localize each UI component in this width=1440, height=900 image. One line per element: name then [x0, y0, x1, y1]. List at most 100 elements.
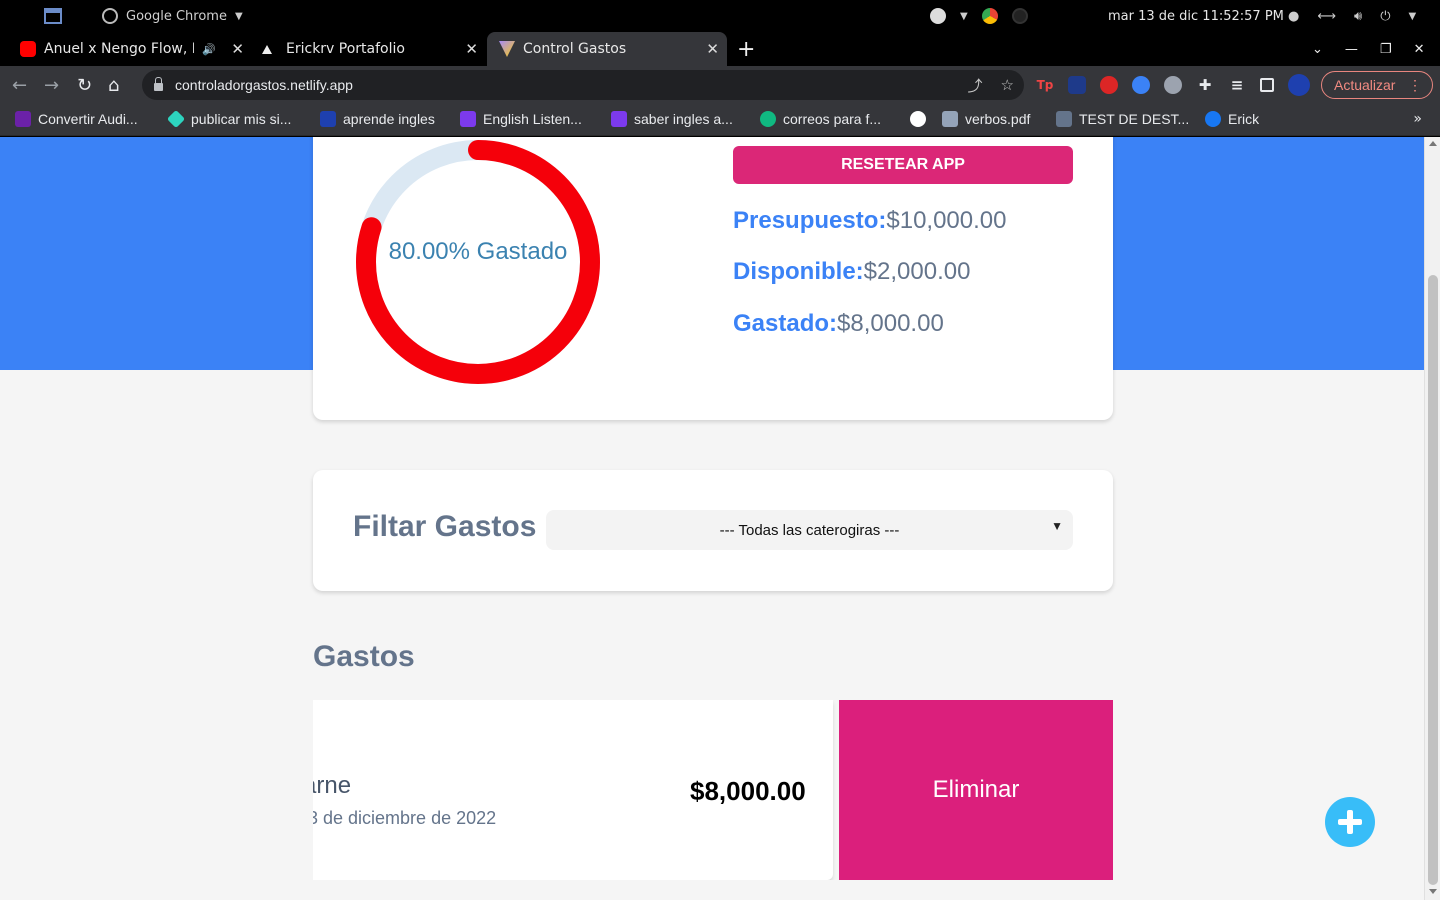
- bookmark-favicon-icon: [15, 111, 31, 127]
- stat-disponible: Disponible:$2,000.00: [733, 258, 970, 286]
- close-tab-icon[interactable]: ✕: [231, 32, 244, 66]
- expense-list: Eliminar arne .3 de diciembre de 2022 $8…: [313, 700, 1113, 880]
- tray-icons: ▼: [930, 0, 1028, 32]
- os-top-bar: Google Chrome ▼ ▼ mar 13 de dic 11:52:57…: [0, 0, 1440, 32]
- activities-icon[interactable]: [44, 0, 64, 32]
- app-menu[interactable]: Google Chrome ▼: [102, 0, 243, 32]
- expense-amount: $8,000.00: [690, 776, 806, 806]
- new-tab-button[interactable]: +: [737, 32, 755, 66]
- update-label: Actualizar: [1334, 77, 1396, 93]
- moon-tray-icon[interactable]: [1011, 8, 1028, 24]
- audio-playing-icon[interactable]: 🔊: [202, 43, 216, 56]
- extension-sync-icon[interactable]: [1132, 76, 1150, 94]
- category-filter-select[interactable]: --- Todas las caterogiras --- ▼: [546, 510, 1073, 550]
- tab-control-gastos[interactable]: Control Gastos ✕: [487, 32, 727, 66]
- tab-title: Erickrv Portafolio: [286, 41, 405, 57]
- minimize-icon[interactable]: —: [1345, 42, 1358, 57]
- bookmarks-overflow-icon[interactable]: »: [1413, 104, 1422, 134]
- expenses-title: Gastos: [313, 640, 415, 673]
- reload-icon[interactable]: ↻: [77, 66, 92, 104]
- bookmark-favicon-icon: [460, 111, 476, 127]
- extension-red-icon[interactable]: [1100, 76, 1118, 94]
- delete-expense-button[interactable]: Eliminar: [839, 700, 1113, 880]
- stat-value: $8,000.00: [837, 310, 944, 337]
- bookmark-label: aprende ingles: [343, 111, 435, 127]
- back-icon[interactable]: ←: [12, 66, 27, 104]
- system-menu[interactable]: ● ⟷ 🔊︎ ⏻ ▼: [1288, 0, 1416, 32]
- more-menu-icon[interactable]: ⋮: [1408, 76, 1422, 94]
- bookmark-favicon-icon: [320, 111, 336, 127]
- reset-app-button[interactable]: RESETEAR APP: [733, 146, 1073, 184]
- side-panel-icon[interactable]: [1260, 78, 1274, 92]
- extension-tp-icon[interactable]: Tp: [1036, 76, 1054, 94]
- address-bar[interactable]: controladorgastos.netlify.app ⤴ ☆: [142, 70, 1024, 100]
- bookmark-item[interactable]: English Listen...: [460, 104, 582, 134]
- app-name: Google Chrome: [126, 8, 227, 24]
- page-viewport: 80.00% Gastado RESETEAR APP Presupuesto:…: [0, 137, 1424, 900]
- bookmark-item[interactable]: [910, 104, 933, 134]
- bookmark-item[interactable]: correos para f...: [760, 104, 881, 134]
- stat-presupuesto: Presupuesto:$10,000.00: [733, 207, 1007, 235]
- add-expense-button[interactable]: [1325, 797, 1375, 847]
- home-icon[interactable]: ⌂: [108, 66, 119, 104]
- tab-title: Control Gastos: [523, 41, 627, 57]
- share-icon[interactable]: ⤴: [968, 75, 983, 96]
- bookmark-item[interactable]: TEST DE DEST...: [1056, 104, 1189, 134]
- expense-name: arne: [313, 772, 352, 799]
- stat-label: Presupuesto:: [733, 207, 887, 234]
- donut-percent-label: 80.00% Gastado: [388, 238, 568, 265]
- stat-gastado: Gastado:$8,000.00: [733, 310, 944, 338]
- chrome-tray-icon[interactable]: [981, 8, 998, 24]
- bookmark-label: publicar mis si...: [191, 111, 292, 127]
- scroll-up-icon[interactable]: [1429, 141, 1437, 146]
- profile-avatar[interactable]: [1288, 74, 1310, 96]
- extension-rocket-icon[interactable]: [1068, 76, 1086, 94]
- bookmark-favicon-icon: [760, 111, 776, 127]
- chevron-down-icon: ▼: [960, 10, 968, 22]
- triangle-icon: [262, 44, 272, 54]
- chevron-down-icon: ▼: [1408, 10, 1417, 22]
- globe-icon: [910, 111, 926, 127]
- maximize-icon[interactable]: ❐: [1380, 42, 1392, 57]
- forward-icon[interactable]: →: [44, 66, 59, 104]
- bookmark-item[interactable]: aprende ingles: [320, 104, 435, 134]
- bookmark-item[interactable]: saber ingles a...: [611, 104, 733, 134]
- stat-label: Disponible:: [733, 258, 864, 285]
- page-scrollbar[interactable]: [1424, 137, 1440, 900]
- bookmark-star-icon[interactable]: ☆: [1001, 76, 1014, 94]
- scroll-thumb[interactable]: [1428, 275, 1438, 885]
- expense-item[interactable]: arne .3 de diciembre de 2022 $8,000.00: [313, 700, 833, 880]
- close-window-icon[interactable]: ✕: [1414, 42, 1425, 57]
- scroll-down-icon[interactable]: [1429, 889, 1437, 894]
- bookmark-item[interactable]: verbos.pdf: [942, 104, 1030, 134]
- chrome-outline-icon: [102, 8, 118, 24]
- lock-icon[interactable]: [154, 77, 163, 91]
- url-text[interactable]: controladorgastos.netlify.app: [175, 77, 353, 93]
- clock[interactable]: mar 13 de dic 11:52:57 PM: [1108, 0, 1284, 32]
- tray-face-icon[interactable]: [930, 8, 946, 24]
- extensions-puzzle-icon[interactable]: ✚: [1196, 76, 1214, 94]
- budget-card: 80.00% Gastado RESETEAR APP Presupuesto:…: [313, 137, 1113, 420]
- facebook-icon: [1205, 111, 1221, 127]
- record-dot-icon: ●: [1288, 8, 1300, 24]
- bookmark-item[interactable]: publicar mis si...: [166, 104, 292, 134]
- extension-gray-icon[interactable]: [1164, 76, 1182, 94]
- tab-portafolio[interactable]: Erickrv Portafolio ✕: [252, 32, 486, 66]
- close-tab-icon[interactable]: ✕: [706, 32, 719, 66]
- window-controls: ⌄ — ❐ ✕: [1312, 32, 1424, 66]
- filter-label: Filtar Gastos: [353, 510, 537, 543]
- tab-search-icon[interactable]: ⌄: [1312, 42, 1323, 57]
- media-queue-icon[interactable]: ≡: [1228, 76, 1246, 94]
- bookmark-label: verbos.pdf: [965, 111, 1031, 127]
- bookmark-item[interactable]: Convertir Audi...: [15, 104, 138, 134]
- update-button[interactable]: Actualizar ⋮: [1321, 71, 1433, 99]
- close-tab-icon[interactable]: ✕: [465, 32, 478, 66]
- tab-youtube[interactable]: Anuel x Nengo Flow, L 🔊 ✕: [12, 32, 252, 66]
- bookmark-favicon-icon: [1056, 111, 1072, 127]
- bookmark-label: Erick: [1228, 111, 1260, 127]
- volume-icon: 🔊︎: [1353, 8, 1363, 24]
- power-icon: ⏻: [1380, 8, 1391, 24]
- bookmark-item[interactable]: Erick: [1205, 104, 1259, 134]
- stat-value: $2,000.00: [863, 258, 971, 285]
- expense-date: .3 de diciembre de 2022: [313, 808, 497, 828]
